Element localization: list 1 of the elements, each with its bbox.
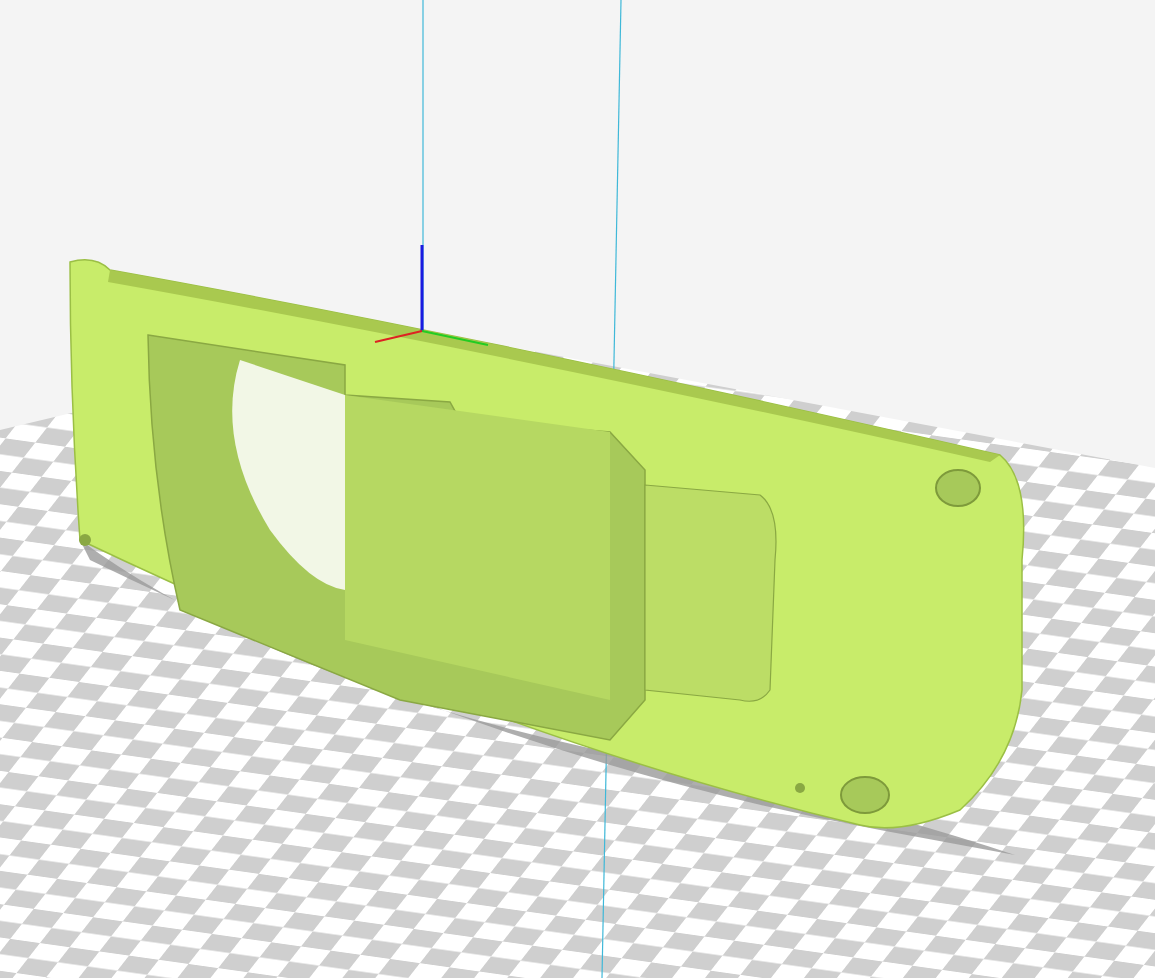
3d-viewport[interactable] bbox=[0, 0, 1155, 978]
